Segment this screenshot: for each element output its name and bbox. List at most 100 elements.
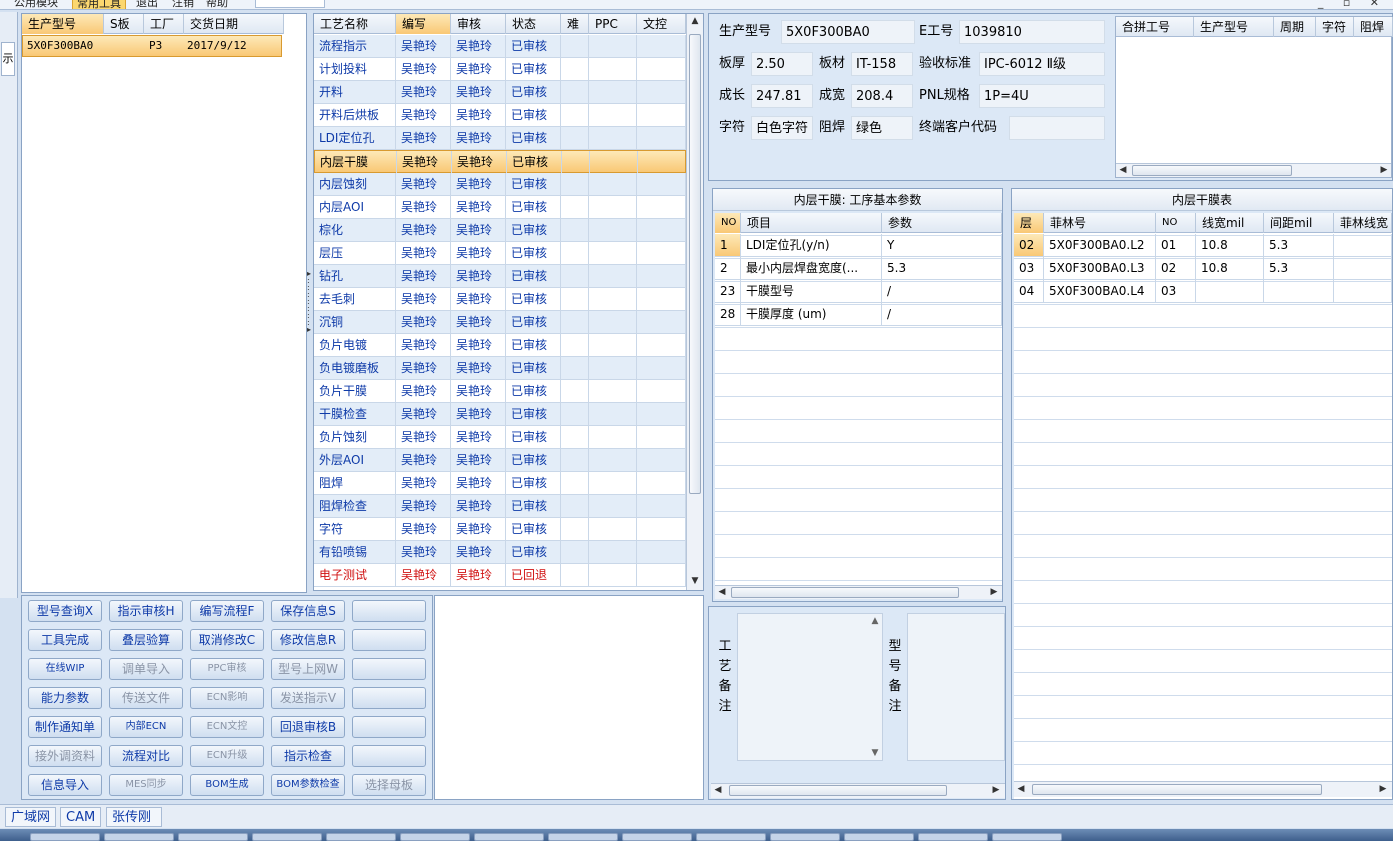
value-material[interactable]: IT-158: [851, 52, 913, 76]
params-hscroll[interactable]: ◀ ▶: [715, 585, 1002, 599]
action-button[interactable]: BOM生成: [190, 774, 264, 796]
process-row[interactable]: 计划投料 吴艳玲 吴艳玲 已审核: [314, 58, 686, 81]
param-row[interactable]: 23 干膜型号 /: [715, 280, 1002, 303]
taskbar-button[interactable]: [992, 833, 1062, 841]
empty-button[interactable]: [352, 600, 426, 622]
action-button[interactable]: 制作通知单: [28, 716, 102, 738]
params-scroll-thumb[interactable]: [731, 587, 959, 598]
col-param-no[interactable]: NO: [715, 213, 741, 233]
taskbar-button[interactable]: [400, 833, 470, 841]
col-film-layer[interactable]: 层: [1014, 213, 1044, 233]
value-thickness[interactable]: 2.50: [751, 52, 813, 76]
empty-button[interactable]: [352, 745, 426, 767]
empty-button[interactable]: [352, 716, 426, 738]
taskbar-button[interactable]: [178, 833, 248, 841]
process-row[interactable]: 内层AOI 吴艳玲 吴艳玲 已审核: [314, 196, 686, 219]
taskbar-button[interactable]: [696, 833, 766, 841]
col-film-linewidth[interactable]: 线宽mil: [1196, 213, 1264, 233]
action-button[interactable]: 工具完成: [28, 629, 102, 651]
action-button[interactable]: 型号查询X: [28, 600, 102, 622]
action-button[interactable]: 接外调资料: [28, 745, 102, 767]
col-model[interactable]: 生产型号: [22, 14, 104, 34]
action-button[interactable]: MES同步: [109, 774, 183, 796]
empty-button[interactable]: [352, 658, 426, 680]
process-row[interactable]: 内层蚀刻 吴艳玲 吴艳玲 已审核: [314, 173, 686, 196]
scroll-left-icon[interactable]: ◀: [715, 587, 729, 597]
action-button[interactable]: 保存信息S: [271, 600, 345, 622]
scroll-right-icon[interactable]: ▶: [1376, 784, 1390, 794]
film-hscroll[interactable]: ◀ ▶: [1014, 781, 1392, 797]
order-row[interactable]: 5X0F300BA0 P3 2017/9/12: [22, 35, 282, 57]
value-width[interactable]: 208.4: [851, 84, 913, 108]
scroll-up-icon[interactable]: ▲: [688, 16, 702, 26]
value-pnl[interactable]: 1P=4U: [979, 84, 1105, 108]
col-film-seq[interactable]: NO: [1156, 213, 1196, 233]
taskbar-button[interactable]: [770, 833, 840, 841]
film-row[interactable]: 04 5X0F300BA0.L4 03: [1014, 280, 1392, 303]
action-button[interactable]: 内部ECN: [109, 716, 183, 738]
value-e-no[interactable]: 1039810: [959, 20, 1105, 44]
action-button[interactable]: 流程对比: [109, 745, 183, 767]
col-merge-mask[interactable]: 阻焊: [1354, 17, 1393, 37]
action-button[interactable]: 叠层验算: [109, 629, 183, 651]
process-row[interactable]: 开料 吴艳玲 吴艳玲 已审核: [314, 81, 686, 104]
col-param-item[interactable]: 项目: [741, 213, 882, 233]
process-row[interactable]: 棕化 吴艳玲 吴艳玲 已审核: [314, 219, 686, 242]
remarks-hscroll[interactable]: ◀ ▶: [711, 783, 1005, 798]
process-row[interactable]: 字符 吴艳玲 吴艳玲 已审核: [314, 518, 686, 541]
splitter-grip-left[interactable]: ▸::::::: ▸: [307, 270, 311, 334]
param-row[interactable]: 28 干膜厚度 (um) /: [715, 303, 1002, 326]
col-difficulty[interactable]: 难: [561, 14, 589, 34]
col-author[interactable]: 编写: [396, 14, 451, 34]
menu-item-tools[interactable]: 常用工具: [72, 0, 126, 9]
process-row[interactable]: 干膜检查 吴艳玲 吴艳玲 已审核: [314, 403, 686, 426]
menu-item-logout[interactable]: 注销: [172, 0, 194, 9]
strip-tab[interactable]: 示: [1, 42, 15, 76]
value-length[interactable]: 247.81: [751, 84, 813, 108]
process-row[interactable]: 负片电镀 吴艳玲 吴艳玲 已审核: [314, 334, 686, 357]
col-merge-char[interactable]: 字符: [1316, 17, 1354, 37]
action-button[interactable]: ECN文控: [190, 716, 264, 738]
film-row[interactable]: 03 5X0F300BA0.L3 02 10.8 5.3: [1014, 257, 1392, 280]
process-remark-input[interactable]: ▲ ▼: [737, 613, 883, 761]
process-row[interactable]: 电子测试 吴艳玲 吴艳玲 已回退: [314, 564, 686, 587]
scroll-left-icon[interactable]: ◀: [1116, 165, 1130, 175]
taskbar-button[interactable]: [30, 833, 100, 841]
action-button[interactable]: 回退审核B: [271, 716, 345, 738]
taskbar-button[interactable]: [622, 833, 692, 841]
value-char[interactable]: 白色字符: [751, 116, 813, 140]
value-acceptance[interactable]: IPC-6012 Ⅱ级: [979, 52, 1105, 76]
col-s[interactable]: S板: [104, 14, 144, 34]
process-row[interactable]: 流程指示 吴艳玲 吴艳玲 已审核: [314, 35, 686, 58]
process-row[interactable]: 沉铜 吴艳玲 吴艳玲 已审核: [314, 311, 686, 334]
empty-button[interactable]: [352, 687, 426, 709]
process-vscroll[interactable]: ▲ ▼: [686, 14, 703, 590]
film-scroll-thumb[interactable]: [1032, 784, 1322, 795]
taskbar-button[interactable]: [844, 833, 914, 841]
scroll-left-icon[interactable]: ◀: [711, 785, 725, 795]
col-film-spacing[interactable]: 间距mil: [1264, 213, 1334, 233]
process-row[interactable]: 外层AOI 吴艳玲 吴艳玲 已审核: [314, 449, 686, 472]
taskbar-button[interactable]: [326, 833, 396, 841]
taskbar-button[interactable]: [104, 833, 174, 841]
process-row[interactable]: 有铅喷锡 吴艳玲 吴艳玲 已审核: [314, 541, 686, 564]
scroll-down-icon[interactable]: ▼: [688, 576, 702, 586]
col-ppc[interactable]: PPC: [589, 14, 637, 34]
menu-search-box[interactable]: [255, 0, 325, 8]
action-button[interactable]: 修改信息R: [271, 629, 345, 651]
action-button[interactable]: 指示检查: [271, 745, 345, 767]
process-row[interactable]: 开料后烘板 吴艳玲 吴艳玲 已审核: [314, 104, 686, 127]
col-merge-no[interactable]: 合拼工号: [1116, 17, 1194, 37]
col-reviewer[interactable]: 审核: [451, 14, 506, 34]
process-row[interactable]: 负电镀磨板 吴艳玲 吴艳玲 已审核: [314, 357, 686, 380]
film-row[interactable]: 02 5X0F300BA0.L2 01 10.8 5.3: [1014, 234, 1392, 257]
col-status[interactable]: 状态: [506, 14, 561, 34]
action-button[interactable]: 传送文件: [109, 687, 183, 709]
action-button[interactable]: PPC审核: [190, 658, 264, 680]
action-button[interactable]: 能力参数: [28, 687, 102, 709]
action-button[interactable]: 信息导入: [28, 774, 102, 796]
action-button[interactable]: 编写流程F: [190, 600, 264, 622]
process-scroll-thumb[interactable]: [689, 34, 701, 494]
action-button[interactable]: 型号上网W: [271, 658, 345, 680]
process-row[interactable]: 阻焊 吴艳玲 吴艳玲 已审核: [314, 472, 686, 495]
